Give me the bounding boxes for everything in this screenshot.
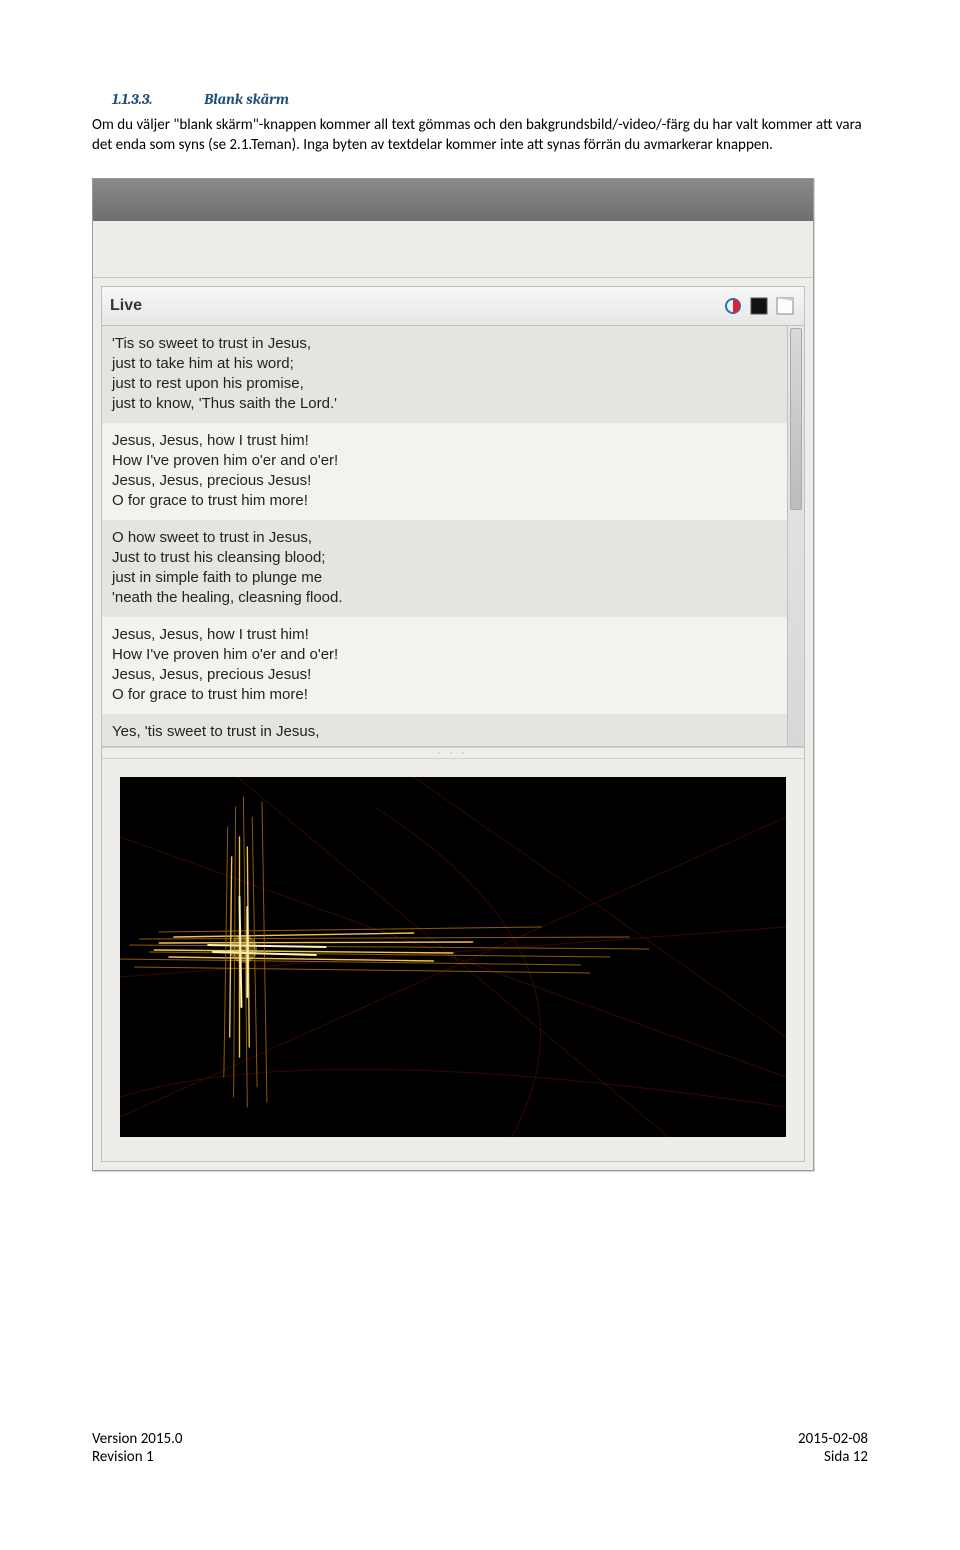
section-heading: 1.1.3.3. Blank skärm: [112, 90, 868, 109]
live-preview: [120, 777, 786, 1137]
footer-page: Sida 12: [798, 1448, 868, 1466]
preview-area: [102, 759, 804, 1161]
section-title: Blank skärm: [204, 90, 289, 108]
verse-block[interactable]: 'Tis so sweet to trust in Jesus, just to…: [102, 326, 804, 423]
verse-block[interactable]: Jesus, Jesus, how I trust him! How I've …: [102, 423, 804, 520]
footer-date: 2015-02-08: [798, 1430, 868, 1448]
blank-screen-icon[interactable]: [748, 295, 770, 317]
page-footer: Version 2015.0 Revision 1 2015-02-08 Sid…: [92, 1430, 868, 1466]
verse-block[interactable]: Yes, 'tis sweet to trust in Jesus,: [102, 714, 804, 747]
verse-block[interactable]: O how sweet to trust in Jesus, Just to t…: [102, 520, 804, 617]
verse-block[interactable]: Jesus, Jesus, how I trust him! How I've …: [102, 617, 804, 714]
scroll-thumb[interactable]: [790, 328, 802, 510]
splitter-handle[interactable]: · · ·: [102, 747, 804, 759]
live-panel-header: Live: [102, 287, 804, 326]
theme-icon[interactable]: [722, 295, 744, 317]
app-toolbar: [93, 221, 813, 278]
show-desktop-icon[interactable]: [774, 295, 796, 317]
section-number: 1.1.3.3.: [112, 90, 153, 108]
application-window: Live: [92, 178, 814, 1171]
footer-revision: Revision 1: [92, 1448, 183, 1466]
scrollbar[interactable]: ▲: [787, 326, 804, 746]
verse-list[interactable]: 'Tis so sweet to trust in Jesus, just to…: [102, 326, 804, 747]
live-panel: Live: [101, 286, 805, 1162]
body-paragraph: Om du väljer "blank skärm"-knappen komme…: [92, 115, 868, 156]
live-panel-title: Live: [110, 297, 142, 315]
footer-version: Version 2015.0: [92, 1430, 183, 1448]
app-menubar: [93, 179, 813, 221]
